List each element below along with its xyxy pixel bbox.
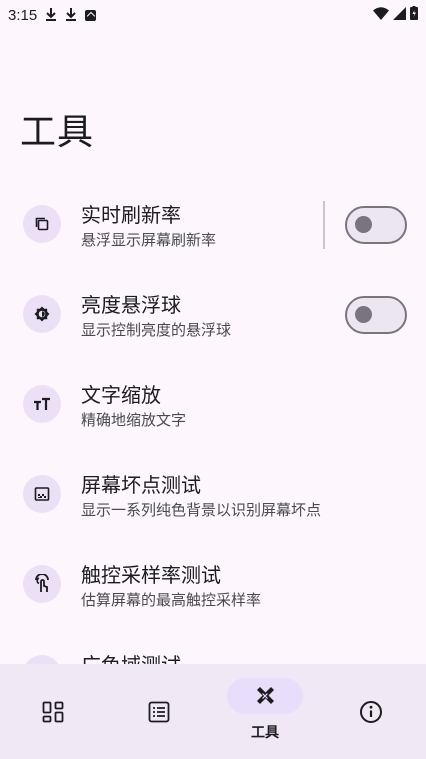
brightness-icon — [23, 295, 61, 333]
item-subtitle: 估算屏幕的最高触控采样率 — [81, 591, 262, 609]
item-title: 实时刷新率 — [81, 203, 181, 227]
item-title: 触控采样率测试 — [81, 563, 221, 587]
nav-list[interactable] — [106, 664, 212, 759]
nav-tools[interactable]: 工具 — [212, 664, 318, 759]
pixel-test-icon — [23, 475, 61, 513]
item-subtitle: 显示控制亮度的悬浮球 — [81, 321, 232, 339]
list-icon — [121, 694, 197, 730]
wifi-icon — [373, 6, 389, 24]
divider — [323, 201, 325, 249]
list-item-refresh-rate[interactable]: 实时刷新率 悬浮显示屏幕刷新率 — [0, 178, 426, 268]
nav-label-tools: 工具 — [251, 725, 279, 741]
toggle-thumb — [355, 306, 372, 323]
dashboard-icon — [15, 694, 91, 730]
signal-icon — [393, 6, 406, 24]
item-subtitle: 精确地缩放文字 — [81, 411, 187, 429]
toggle-thumb — [355, 216, 372, 233]
tools-icon — [227, 678, 303, 714]
item-subtitle: 显示一系列纯色背景以识别屏幕坏点 — [81, 501, 322, 519]
item-title: 亮度悬浮球 — [81, 293, 181, 317]
status-time: 3:15 — [8, 6, 38, 24]
bottom-nav: 工具 — [0, 664, 426, 759]
nav-dashboard[interactable] — [0, 664, 106, 759]
status-bar: 3:15 — [0, 0, 426, 30]
list-item-touch-sampling-test[interactable]: 触控采样率测试 估算屏幕的最高触控采样率 — [0, 538, 426, 628]
list-item-dead-pixel-test[interactable]: 屏幕坏点测试 显示一系列纯色背景以识别屏幕坏点 — [0, 448, 426, 538]
tools-list: 实时刷新率 悬浮显示屏幕刷新率 亮度悬浮球 显示控制亮度的悬浮球 文字缩放 精确… — [0, 178, 426, 718]
download-icon — [45, 7, 57, 24]
item-title: 屏幕坏点测试 — [81, 473, 201, 497]
nav-info[interactable] — [318, 664, 424, 759]
item-title: 文字缩放 — [81, 383, 161, 407]
brightness-ball-toggle[interactable] — [345, 296, 407, 334]
list-item-brightness-ball[interactable]: 亮度悬浮球 显示控制亮度的悬浮球 — [0, 268, 426, 358]
info-icon — [333, 694, 409, 730]
refresh-rate-toggle[interactable] — [345, 206, 407, 244]
layers-icon — [23, 205, 61, 243]
touch-icon — [23, 565, 61, 603]
battery-icon — [410, 6, 418, 24]
list-item-text-scale[interactable]: 文字缩放 精确地缩放文字 — [0, 358, 426, 448]
page-title: 工具 — [20, 112, 95, 153]
app-notification-icon — [85, 9, 97, 21]
item-subtitle: 悬浮显示屏幕刷新率 — [81, 231, 217, 249]
text-size-icon — [23, 385, 61, 423]
download-icon — [65, 7, 77, 24]
